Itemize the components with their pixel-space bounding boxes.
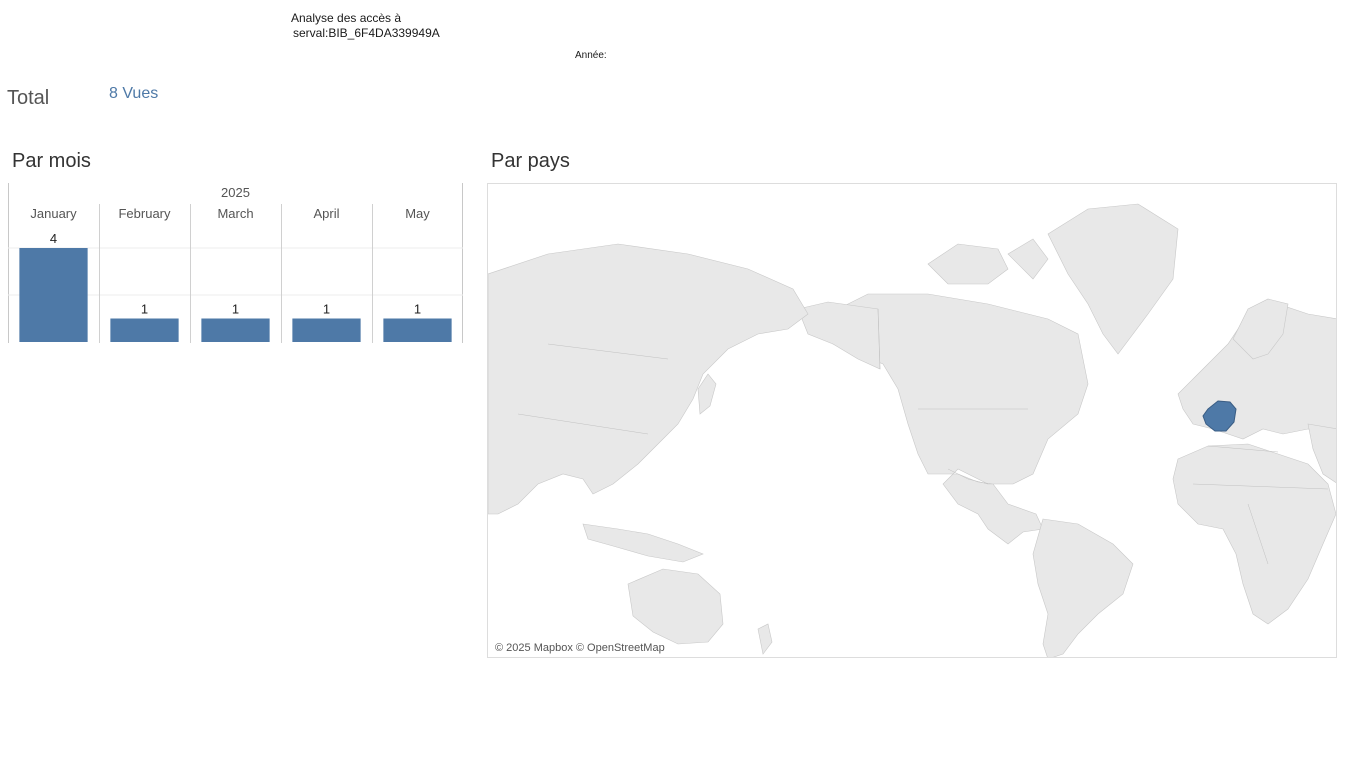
land-masses: [488, 203, 1336, 657]
bar-value-label: 1: [232, 302, 239, 317]
month-label: February: [118, 206, 171, 221]
year-header-label: 2025: [221, 185, 250, 200]
land-africa: [1172, 443, 1336, 625]
bar-value-label: 1: [414, 302, 421, 317]
land-new-zealand: [757, 623, 773, 655]
month-label: March: [217, 206, 253, 221]
bar-april[interactable]: [292, 318, 361, 343]
land-south-america: [1032, 518, 1134, 657]
total-views-value: 8 Vues: [109, 85, 159, 102]
map-attribution[interactable]: © 2025 Mapbox © OpenStreetMap: [495, 642, 665, 654]
bar-march[interactable]: [201, 318, 270, 343]
land-alaska: [797, 301, 881, 370]
land-asia: [488, 243, 809, 515]
monthly-views-bar-chart[interactable]: 2025 January 4 February 1 March 1 April 1 May 1: [8, 183, 463, 343]
land-indonesia: [582, 523, 704, 563]
year-filter-label[interactable]: Année:: [575, 50, 607, 61]
total-label: Total: [7, 87, 50, 109]
bar-value-label: 1: [323, 302, 330, 317]
month-label: May: [405, 206, 430, 221]
bar-january[interactable]: [19, 248, 88, 342]
land-australia: [627, 568, 724, 645]
countries-section-title: Par pays: [491, 150, 570, 172]
country-map[interactable]: © 2025 Mapbox © OpenStreetMap: [487, 183, 1337, 658]
bar-value-label: 1: [141, 302, 148, 317]
bar-value-label: 4: [50, 231, 57, 246]
land-canadian-arctic: [927, 238, 1049, 285]
report-title-line2: serval:BIB_6F4DA339949A: [293, 26, 440, 40]
bar-may[interactable]: [383, 318, 452, 343]
world-map[interactable]: [488, 184, 1337, 658]
month-label: January: [30, 206, 77, 221]
months-section-title: Par mois: [12, 150, 91, 172]
report-title: Analyse des accès à serval:BIB_6F4DA3399…: [291, 11, 440, 41]
month-label: April: [313, 206, 339, 221]
bar-february[interactable]: [110, 318, 179, 343]
report-title-line1: Analyse des accès à: [291, 11, 402, 25]
